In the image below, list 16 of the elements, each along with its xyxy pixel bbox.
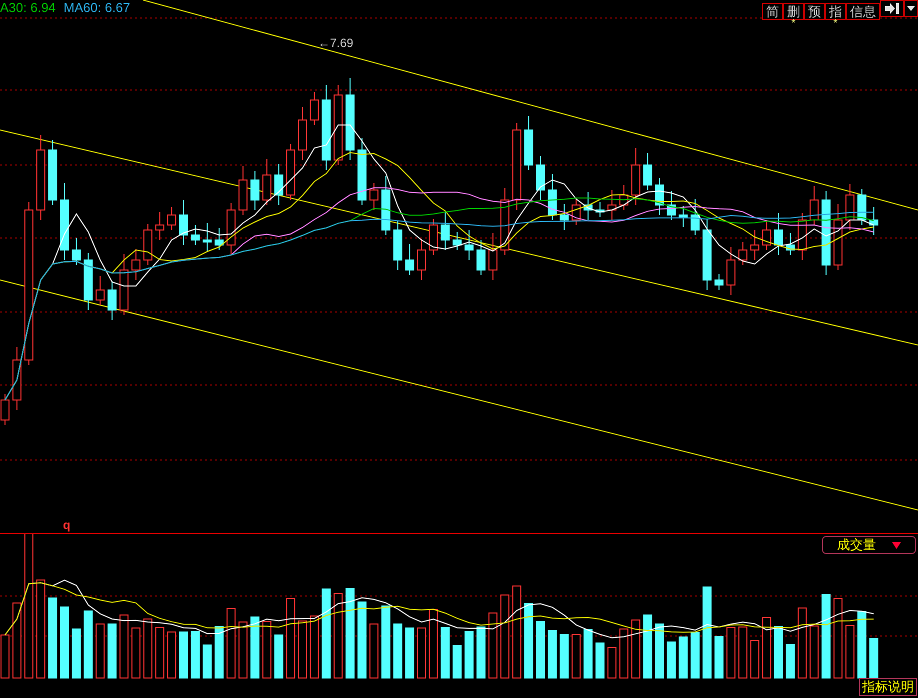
marker-label: q — [63, 517, 70, 534]
toolbar-button[interactable]: 指 — [825, 3, 846, 20]
asterisk-mark: * — [834, 19, 838, 29]
toolbar-button[interactable]: 简 — [762, 3, 783, 20]
high-price-label: ←7.69 — [318, 35, 354, 52]
dropdown-triangle-icon — [892, 542, 901, 548]
indicator-help-button[interactable]: 指标说明 — [859, 678, 917, 696]
toolbar-button[interactable]: 删 — [783, 3, 804, 20]
exit-icon[interactable] — [880, 0, 904, 17]
ma-legend-label: MA60: 6.67 — [64, 0, 130, 16]
toolbar-button[interactable]: 信息 — [846, 3, 880, 20]
ma-legend-label: A30: 6.94 — [0, 0, 56, 16]
asterisk-mark: * — [792, 19, 796, 29]
indicator-dropdown[interactable]: 成交量 — [822, 536, 916, 554]
dropdown-caret-icon[interactable] — [904, 0, 918, 17]
toolbar-button[interactable]: 预 — [804, 3, 825, 20]
